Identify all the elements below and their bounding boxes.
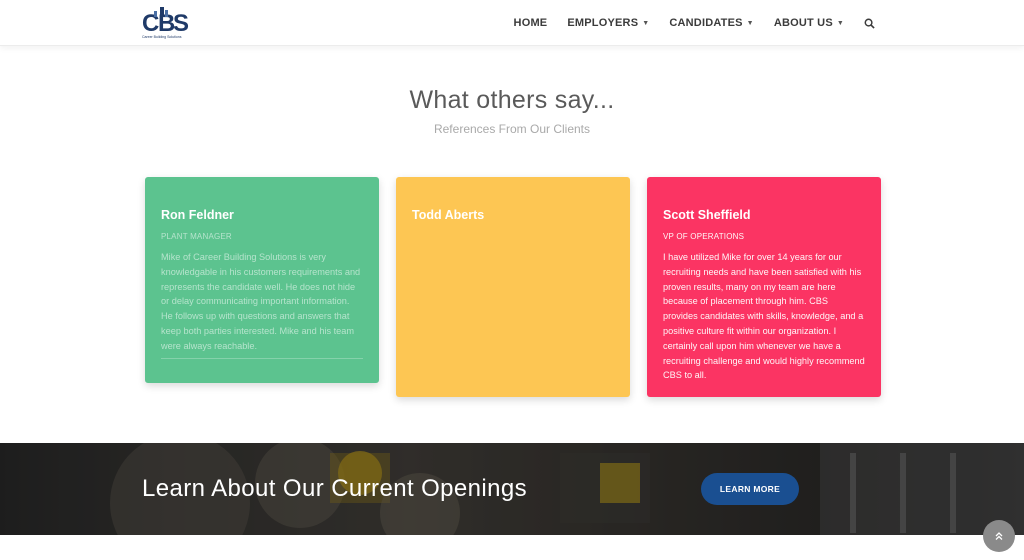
banner-title: Learn About Our Current Openings [142, 475, 528, 502]
testimonial-card: Scott Sheffield VP OF OPERATIONS I have … [647, 177, 881, 397]
openings-banner: Learn About Our Current Openings [0, 443, 1024, 535]
section-subtitle: References From Our Clients [433, 122, 591, 136]
testimonial-name: Scott Sheffield [663, 208, 751, 222]
site-header: C B S Career Building Solutions HOME EMP… [0, 0, 1024, 46]
nav-candidates[interactable]: CANDIDATES ▼ [669, 17, 753, 29]
nav-home[interactable]: HOME [514, 17, 548, 29]
testimonial-role: PLANT MANAGER [161, 232, 232, 241]
search-button[interactable] [862, 16, 876, 30]
testimonial-name: Ron Feldner [161, 208, 234, 222]
nav-about-label: ABOUT US [773, 17, 833, 29]
search-icon [864, 18, 875, 29]
cbs-logo-mark: C B S [142, 7, 189, 35]
testimonial-card: Ron Feldner PLANT MANAGER Mike of Career… [145, 177, 379, 383]
caret-down-icon: ▼ [746, 19, 754, 27]
caret-down-icon: ▼ [836, 19, 844, 27]
cbs-logo[interactable]: C B S Career Building Solutions [140, 5, 190, 41]
main-nav: HOME EMPLOYERS ▼ CANDIDATES ▼ ABOUT US ▼ [494, 0, 876, 46]
testimonial-text: Mike of Career Building Solutions is ver… [161, 250, 363, 359]
scroll-to-top-button[interactable] [983, 520, 1015, 552]
section-title: What others say... [409, 86, 615, 114]
footer-strip [0, 535, 1024, 560]
logo-tagline: Career Building Solutions [142, 35, 182, 39]
testimonial-role: VP OF OPERATIONS [663, 232, 745, 241]
learn-more-button[interactable]: LEARN MORE [701, 473, 799, 505]
nav-employers-label: EMPLOYERS [567, 17, 639, 29]
nav-about-us[interactable]: ABOUT US ▼ [774, 17, 844, 29]
testimonial-card: Todd Aberts [396, 177, 630, 397]
svg-text:S: S [173, 10, 189, 35]
double-chevron-up-icon [995, 532, 1003, 540]
nav-home-label: HOME [513, 17, 548, 29]
caret-down-icon: ▼ [642, 19, 650, 27]
nav-employers[interactable]: EMPLOYERS ▼ [567, 17, 649, 29]
nav-candidates-label: CANDIDATES [669, 17, 743, 29]
testimonial-text: I have utilized Mike for over 14 years f… [663, 252, 865, 381]
testimonial-name: Todd Aberts [412, 208, 485, 222]
